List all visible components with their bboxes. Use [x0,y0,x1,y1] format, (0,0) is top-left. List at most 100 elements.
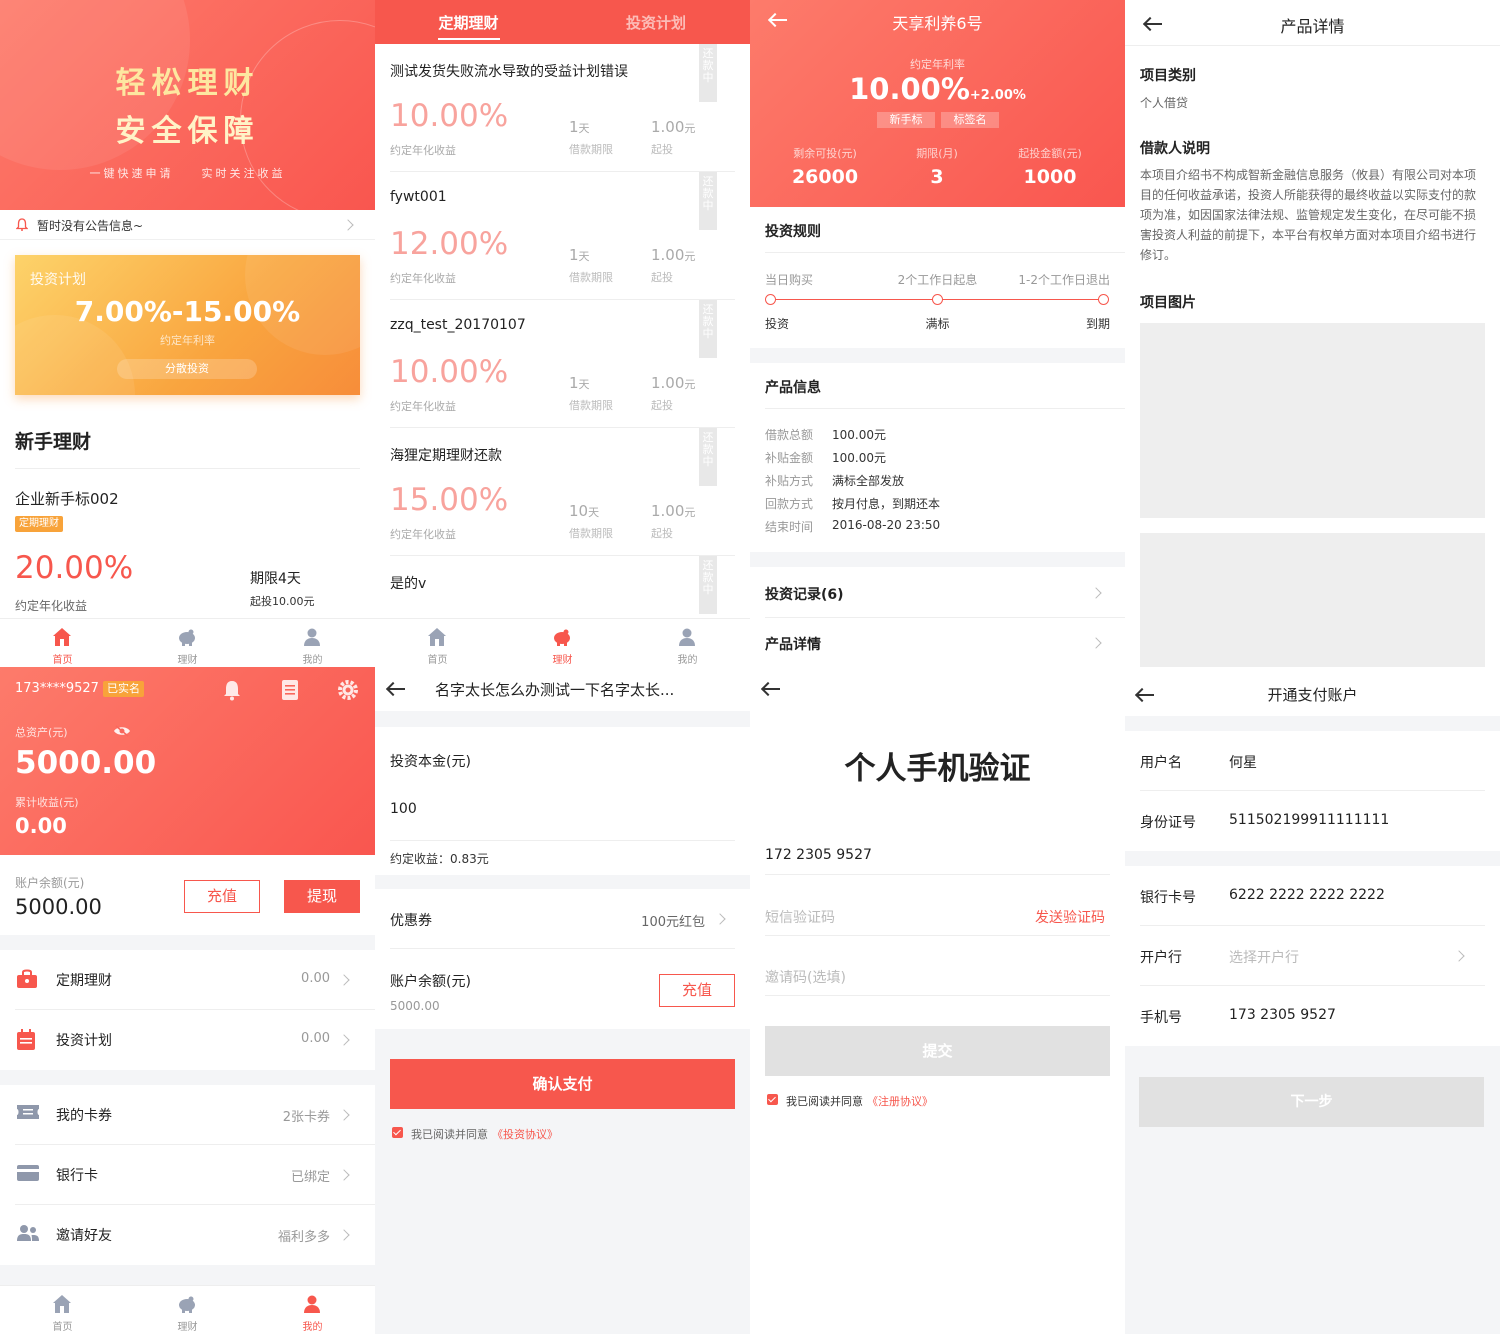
piggy-bank-icon [179,629,195,646]
tabbar: 首页 理财 我的 [0,618,375,667]
screens-collage: 轻松理财 安全保障 一键快速申请 实时关注收益 暂时没有公告信息~ 投资计划 7… [0,0,1500,1334]
repaying-stamp: 还款中 [699,556,717,614]
list-item[interactable]: 测试发货失败流水导致的受益计划错误 还款中 10.00% 约定年化收益 1天 借款期限 1.… [375,44,750,172]
list-item-term-label: 借款期限 [569,271,613,284]
coupon-row[interactable]: 优惠券 100元红包 [375,889,750,948]
recharge-button[interactable]: 充值 [659,974,735,1007]
records-row[interactable]: 投资记录(6) [750,567,1125,617]
tab-plan[interactable]: 投资计划 [562,12,750,33]
next-button[interactable]: 下一步 [1139,1077,1484,1127]
step-bottom: 到期 [1085,317,1110,331]
bell-icon [16,218,28,231]
tab-home[interactable]: 首页 [0,1286,125,1334]
username-field[interactable]: 用户名 何星 [1125,731,1500,791]
list-item-rate: 10.00% [390,98,509,134]
category-title: 项目类别 [1140,68,1196,84]
field-value: 173 2305 9527 [1229,1007,1336,1023]
menu-row[interactable]: 投资计划 0.00 [0,1010,375,1070]
list-tabs: 定期理财 投资计划 [375,0,750,44]
list-item[interactable]: 海狸定期理财还款 还款中 15.00% 约定年化收益 10天 借款期限 1.00元 起投 [375,428,750,556]
menu-row[interactable]: 我的卡券 2张卡券 [0,1085,375,1145]
menu-row-label: 邀请好友 [56,1228,112,1244]
list-item-min-label: 起投 [651,271,673,284]
tab-mine[interactable]: 我的 [625,619,750,667]
agree-checkbox[interactable] [767,1094,778,1105]
bank-select[interactable]: 开户行 选择开户行 [1125,926,1500,986]
product-detail-row[interactable]: 产品详情 [750,618,1125,667]
tab-home[interactable]: 首页 [0,619,125,667]
list-item[interactable]: fywt001 还款中 12.00% 约定年化收益 1天 借款期限 1.00元 起投 [375,172,750,300]
tab-home[interactable]: 首页 [375,619,500,667]
screen-product-list: 定期理财 投资计划 测试发货失败流水导致的受益计划错误 还款中 10.00% 约定年化… [375,0,750,667]
friends-icon [16,1224,40,1246]
list-item-rate: 10.00% [390,354,509,390]
chevron-right-icon [338,974,350,986]
detail-rate-label: 约定年利率 [910,58,965,71]
confirm-pay-button[interactable]: 确认支付 [390,1059,735,1109]
bank-card-field[interactable]: 银行卡号 6222 2222 2222 2222 [1125,866,1500,926]
send-code-button[interactable]: 发送验证码 [1005,907,1105,927]
category-value: 个人借贷 [1140,96,1189,110]
document-icon[interactable] [281,679,299,701]
menu-row[interactable]: 银行卡 已绑定 [0,1145,375,1205]
plan-card-rate: 7.00%-15.00% [74,295,301,328]
withdraw-button[interactable]: 提现 [284,880,360,913]
home-icon [53,628,71,646]
chevron-right-icon [338,1229,350,1241]
agreement-link[interactable]: 《注册协议》 [867,1095,933,1108]
list-item-term: 1天 [569,118,590,136]
back-arrow-icon[interactable] [761,682,781,696]
tab-fixed[interactable]: 定期理财 [375,12,562,33]
plan-card[interactable]: 投资计划 7.00%-15.00% 约定年利率 分散投资 [15,255,360,395]
chevron-right-icon [1090,637,1102,649]
desc-title: 借款人说明 [1140,141,1210,157]
notice-bar[interactable]: 暂时没有公告信息~ [0,210,375,240]
screen-phone-verify: 个人手机验证 172 2305 9527 短信验证码 发送验证码 邀请码(选填)… [750,667,1125,1334]
tabbar: 首页 理财 我的 [375,618,750,667]
tab-finance[interactable]: 理财 [125,1286,250,1334]
agreement-link[interactable]: 《投资协议》 [492,1128,558,1141]
submit-button[interactable]: 提交 [765,1026,1110,1076]
chevron-right-icon [338,1109,350,1121]
id-number-field[interactable]: 身份证号 511502199911111111 [1125,791,1500,851]
user-icon [304,1295,320,1313]
banner-sub: 一键快速申请 实时关注收益 [89,167,286,180]
ticket-icon [16,1104,40,1124]
stat-value: 1000 [1023,166,1077,188]
menu-row[interactable]: 定期理财 0.00 [0,950,375,1010]
bell-icon[interactable] [222,679,242,701]
tab-mine[interactable]: 我的 [250,1286,375,1334]
menu-row-label: 银行卡 [56,1168,98,1184]
step-top: 1-2个工作日退出 [1018,273,1110,287]
balance-label: 账户余额(元) [15,876,85,890]
product-term: 期限4天 [250,571,301,587]
gear-icon[interactable] [337,679,359,701]
detail-rate-extra: +2.00% [969,88,1026,103]
list-item[interactable]: zzq_test_20170107 还款中 10.00% 约定年化收益 1天 借款期限 1.… [375,300,750,428]
tab-finance[interactable]: 理财 [125,619,250,667]
field-value: 何星 [1229,755,1257,771]
user-icon [304,628,320,646]
phone-input[interactable]: 172 2305 9527 [765,847,1110,863]
home-banner[interactable]: 轻松理财 安全保障 一键快速申请 实时关注收益 [0,0,375,210]
menu-row-label: 投资计划 [56,1033,112,1049]
plan-card-button[interactable]: 分散投资 [117,359,257,379]
tab-mine[interactable]: 我的 [250,619,375,667]
eye-hidden-icon[interactable] [113,725,131,737]
chevron-right-icon [342,219,354,231]
tab-finance[interactable]: 理财 [500,619,625,667]
menu-row[interactable]: 邀请好友 福利多多 [0,1205,375,1265]
field-value: 511502199911111111 [1229,812,1390,828]
principal-input[interactable]: 100 [390,801,735,841]
agree-checkbox[interactable] [392,1127,403,1138]
recharge-button[interactable]: 充值 [184,880,260,913]
project-image-placeholder [1140,533,1485,667]
step-dot [932,294,943,305]
sms-code-input[interactable]: 短信验证码 [765,907,835,927]
mine-header: 173****9527 已实名 总资产(元) 5000.00 累计收益(元) 0… [0,667,375,855]
field-label: 银行卡号 [1140,890,1196,906]
back-arrow-icon[interactable] [386,682,406,696]
invite-code-input[interactable]: 邀请码(选填) [765,967,846,987]
phone-field[interactable]: 手机号 173 2305 9527 [1125,986,1500,1046]
newbie-product[interactable]: 企业新手标002 定期理财 20.00% 约定年化收益 期限4天 起投10.00… [0,470,375,618]
